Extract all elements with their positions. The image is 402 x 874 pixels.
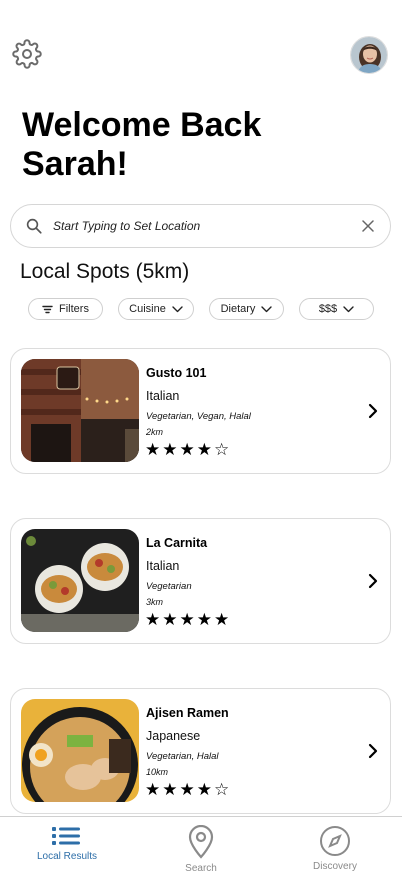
chevron-down-icon xyxy=(261,305,273,312)
star-filled-icon: ★ xyxy=(196,440,212,459)
price-label: $$$ xyxy=(318,303,338,315)
compass-icon xyxy=(320,826,350,856)
avatar[interactable] xyxy=(350,36,388,74)
restaurant-photo xyxy=(21,699,139,802)
star-filled-icon: ★ xyxy=(162,610,178,629)
welcome-line-1: Welcome Back xyxy=(22,106,262,144)
user-photo xyxy=(351,37,387,73)
star-filled-icon: ★ xyxy=(162,780,178,799)
gear-icon xyxy=(12,39,42,69)
location-search-bar xyxy=(10,204,391,248)
dietary-dropdown[interactable]: Dietary xyxy=(209,298,284,320)
restaurant-dietary: Vegetarian xyxy=(146,581,192,592)
chevron-right-icon xyxy=(368,573,378,589)
star-filled-icon: ★ xyxy=(145,440,161,459)
restaurant-distance: 3km xyxy=(146,597,164,607)
star-filled-icon: ★ xyxy=(179,610,195,629)
star-filled-icon: ★ xyxy=(145,780,161,799)
restaurant-cuisine: Japanese xyxy=(146,729,201,743)
restaurant-distance: 10km xyxy=(146,767,169,777)
chevron-down-icon xyxy=(172,305,183,312)
section-title: Local Spots (5km) xyxy=(20,260,190,283)
list-icon xyxy=(52,827,80,845)
filters-button[interactable]: Filters xyxy=(28,298,103,320)
star-filled-icon: ★ xyxy=(196,780,212,799)
nav-label: Local Results xyxy=(36,851,98,862)
settings-button[interactable] xyxy=(11,38,43,70)
bottom-navigation: Local Results Search Discovery xyxy=(0,816,402,874)
restaurant-card-la-carnita[interactable]: La Carnita Italian Vegetarian 3km ★ ★ ★ ★ ★ xyxy=(10,518,391,644)
restaurant-photo xyxy=(21,359,139,462)
restaurant-distance: 2km xyxy=(146,427,164,437)
star-empty-icon: ☆ xyxy=(214,440,230,459)
cuisine-dropdown[interactable]: Cuisine xyxy=(118,298,194,320)
restaurant-photo xyxy=(21,529,139,632)
restaurant-name: La Carnita xyxy=(146,536,208,550)
filter-icon xyxy=(42,305,53,313)
nav-discovery[interactable]: Discovery xyxy=(268,817,402,874)
restaurant-card-ajisen-ramen[interactable]: Ajisen Ramen Japanese Vegetarian, Halal … xyxy=(10,688,391,814)
star-filled-icon: ★ xyxy=(179,440,195,459)
restaurant-dietary: Vegetarian, Halal xyxy=(146,751,219,762)
star-rating: ★ ★ ★ ★ ★ xyxy=(145,610,229,630)
restaurant-cuisine: Italian xyxy=(146,559,180,573)
star-filled-icon: ★ xyxy=(214,610,230,629)
clear-search-button[interactable] xyxy=(360,218,376,234)
chevron-right-icon xyxy=(368,743,378,759)
search-icon xyxy=(26,218,42,234)
nav-local-results[interactable]: Local Results xyxy=(0,817,134,874)
star-rating: ★ ★ ★ ★ ☆ xyxy=(145,780,229,800)
nav-search[interactable]: Search xyxy=(134,817,268,874)
location-search-input[interactable] xyxy=(53,219,360,233)
welcome-heading: Welcome Back Sarah! xyxy=(22,106,362,184)
restaurant-card-gusto-101[interactable]: Gusto 101 Italian Vegetarian, Vegan, Hal… xyxy=(10,348,391,474)
star-empty-icon: ☆ xyxy=(214,780,230,799)
filters-label: Filters xyxy=(59,303,89,315)
nav-label: Search xyxy=(185,863,217,874)
welcome-line-2: Sarah! xyxy=(22,145,128,183)
chevron-down-icon xyxy=(343,305,354,312)
chevron-right-icon xyxy=(368,403,378,419)
star-filled-icon: ★ xyxy=(179,780,195,799)
restaurant-cuisine: Italian xyxy=(146,389,180,403)
star-filled-icon: ★ xyxy=(162,440,178,459)
nav-label: Discovery xyxy=(313,861,357,872)
filter-bar: Filters Cuisine Dietary $$$ xyxy=(28,298,374,320)
star-filled-icon: ★ xyxy=(196,610,212,629)
dietary-label: Dietary xyxy=(220,303,256,315)
star-rating: ★ ★ ★ ★ ☆ xyxy=(145,440,229,460)
price-dropdown[interactable]: $$$ xyxy=(299,298,374,320)
restaurant-dietary: Vegetarian, Vegan, Halal xyxy=(146,411,251,422)
cuisine-label: Cuisine xyxy=(129,303,166,315)
close-icon xyxy=(362,220,374,232)
restaurant-name: Gusto 101 xyxy=(146,366,207,380)
restaurant-name: Ajisen Ramen xyxy=(146,706,229,720)
map-pin-icon xyxy=(188,825,214,859)
star-filled-icon: ★ xyxy=(145,610,161,629)
